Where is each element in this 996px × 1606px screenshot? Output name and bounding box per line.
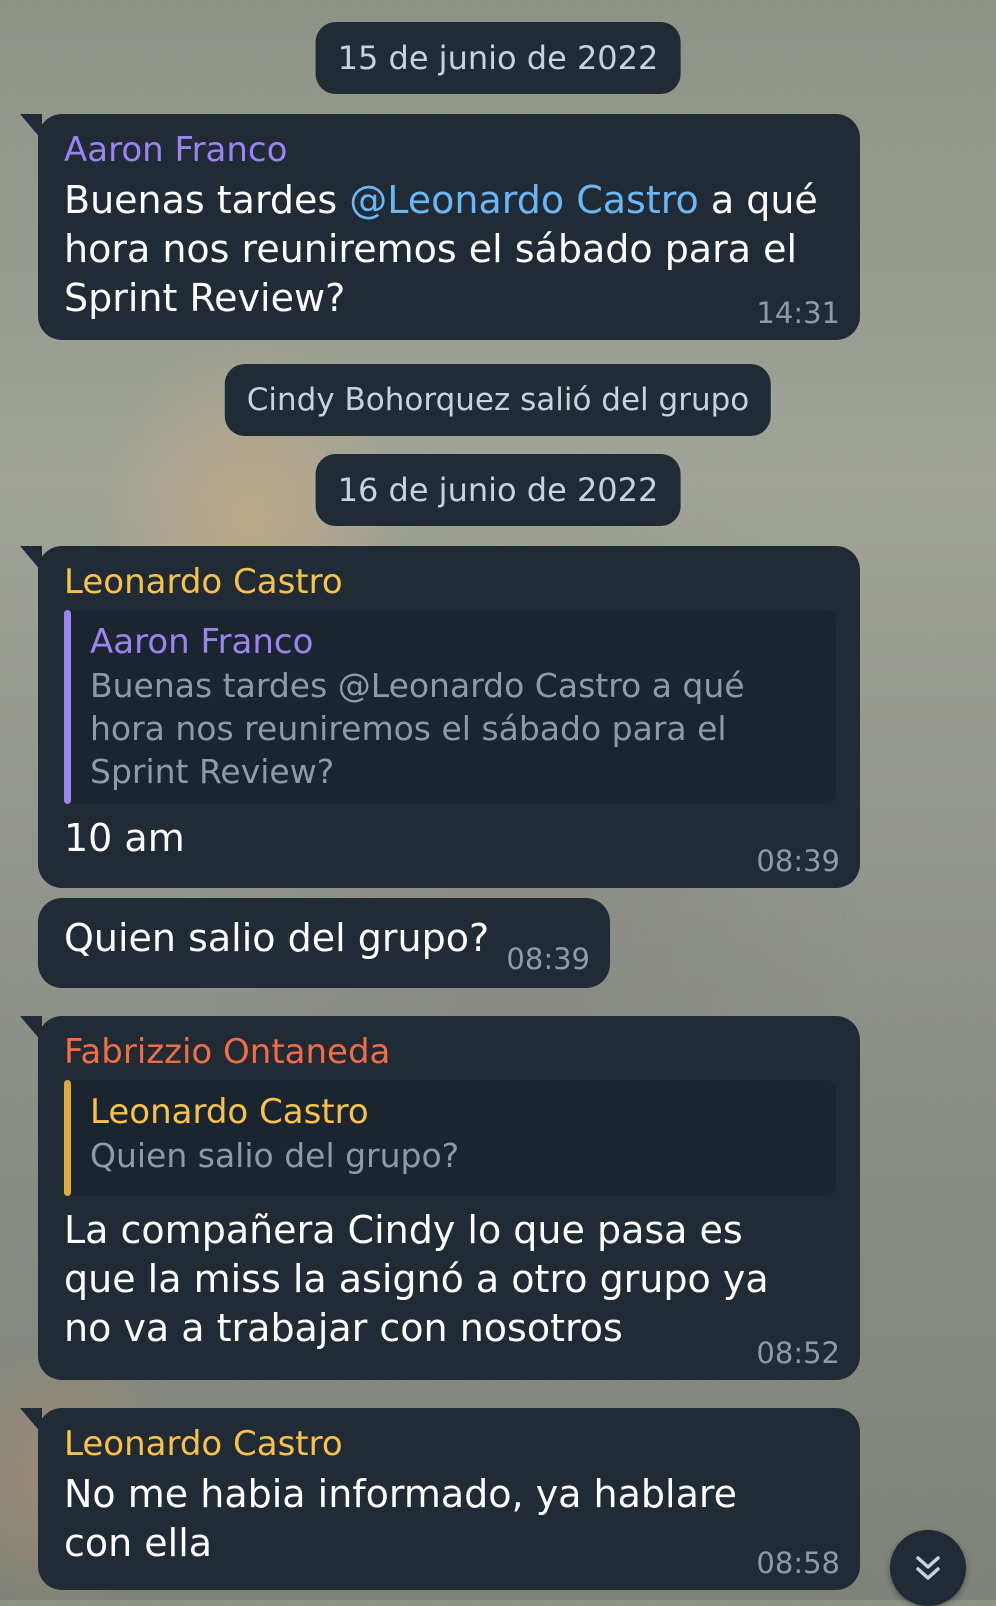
sender-name[interactable]: Aaron Franco [64, 130, 836, 170]
message-bubble[interactable]: Leonardo Castro No me habia informado, y… [20, 1408, 860, 1590]
sender-name[interactable]: Fabrizzio Ontaneda [64, 1032, 836, 1072]
message-bubble[interactable]: Aaron Franco Buenas tardes @Leonardo Cas… [20, 114, 860, 340]
message-time: 08:52 [756, 1336, 840, 1370]
reply-text: Quien salio del grupo? [90, 1136, 460, 1175]
message-bubble[interactable]: Leonardo Castro Aaron Franco Buenas tard… [20, 546, 860, 888]
date-separator: 15 de junio de 2022 [315, 22, 681, 94]
reply-sender: Aaron Franco [90, 622, 314, 662]
message-bubble[interactable]: Fabrizzio Ontaneda Leonardo Castro Quien… [20, 1016, 860, 1380]
reply-accent-bar [64, 1080, 71, 1196]
message-time: 08:58 [756, 1546, 840, 1580]
sender-name[interactable]: Leonardo Castro [64, 562, 836, 602]
date-separator: 16 de junio de 2022 [315, 454, 681, 526]
reply-quote[interactable]: Leonardo Castro Quien salio del grupo? [64, 1080, 836, 1196]
reply-text: Buenas tardes @Leonardo Castro a qué hor… [90, 666, 745, 791]
message-bubble[interactable]: Quien salio del grupo? 08:39 [38, 898, 610, 988]
message-text: No me habia informado, ya hablare con el… [64, 1472, 738, 1565]
double-chevron-down-icon [916, 1556, 940, 1580]
message-time: 08:39 [506, 942, 590, 976]
reply-accent-bar [64, 610, 71, 804]
message-time: 08:39 [756, 844, 840, 878]
message-text: 10 am [64, 816, 185, 860]
message-time: 14:31 [756, 296, 840, 330]
sender-name[interactable]: Leonardo Castro [64, 1424, 836, 1464]
reply-quote[interactable]: Aaron Franco Buenas tardes @Leonardo Cas… [64, 610, 836, 804]
message-text: Buenas tardes @Leonardo Castro a qué hor… [64, 176, 824, 323]
message-text: La compañera Cindy lo que pasa es que la… [64, 1208, 769, 1350]
reply-sender: Leonardo Castro [90, 1092, 369, 1132]
service-message: Cindy Bohorquez salió del grupo [224, 364, 772, 436]
mention-link[interactable]: @Leonardo Castro [349, 178, 698, 222]
message-text-part: Buenas tardes [64, 178, 350, 222]
scroll-to-bottom-button[interactable] [890, 1530, 966, 1606]
